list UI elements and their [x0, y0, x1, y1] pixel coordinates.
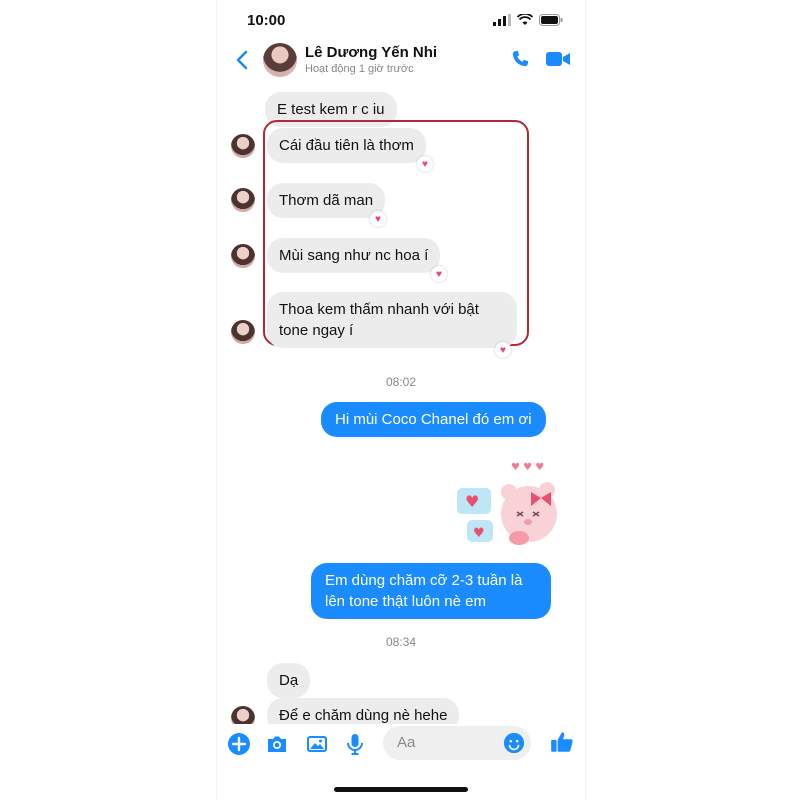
message-bubble-outgoing[interactable]: Em dùng chăm cỡ 2-3 tuần là lên tone thậ… [311, 563, 551, 619]
message-bubble-incoming[interactable]: Cái đầu tiên là thơm [267, 128, 426, 163]
phone-call-icon[interactable] [507, 48, 533, 70]
status-time: 10:00 [247, 12, 286, 29]
heart-reaction-icon[interactable]: ♥ [495, 342, 511, 358]
bear-sticker[interactable]: ♥ ♥ ♥ ♥ ♥ [453, 454, 563, 550]
svg-text:♥: ♥ [473, 526, 485, 541]
microphone-icon[interactable] [343, 732, 367, 756]
back-arrow-icon[interactable] [231, 48, 255, 72]
chat-header: Lê Dương Yến Nhi Hoạt động 1 giờ trước [217, 38, 585, 88]
timestamp: 08:34 [385, 635, 417, 649]
video-call-icon[interactable] [545, 48, 571, 70]
emoji-icon[interactable] [503, 732, 525, 754]
thumbs-up-icon[interactable] [549, 729, 575, 755]
sender-avatar [231, 320, 255, 344]
contact-avatar[interactable] [263, 43, 297, 77]
message-bubble-outgoing[interactable]: Hi mùi Coco Chanel đó em ơi [321, 402, 546, 437]
sender-avatar [231, 134, 255, 158]
sender-avatar [231, 188, 255, 212]
message-bubble-incoming[interactable]: Dạ [267, 663, 311, 698]
heart-reaction-icon[interactable]: ♥ [370, 211, 386, 227]
message-bubble-incoming[interactable]: Mùi sang như nc hoa í [267, 238, 441, 273]
composer-bar: Aa [217, 724, 585, 764]
heart-reaction-icon[interactable]: ♥ [431, 266, 447, 282]
status-bar: 10:00 [217, 8, 585, 32]
message-input[interactable]: Aa [383, 726, 531, 760]
photo-gallery-icon[interactable] [305, 732, 329, 756]
message-input-placeholder: Aa [397, 734, 416, 751]
heart-reaction-icon[interactable]: ♥ [417, 156, 433, 172]
battery-icon [539, 14, 563, 26]
plus-icon[interactable] [227, 732, 251, 756]
camera-icon[interactable] [265, 732, 289, 756]
wifi-icon [517, 14, 533, 25]
message-bubble-incoming[interactable]: Thoa kem thấm nhanh với bật tone ngay í [267, 292, 517, 348]
home-indicator [334, 787, 468, 792]
signal-icon [493, 14, 511, 26]
sender-avatar [231, 244, 255, 268]
chat-screen: 10:00 Lê Dương Yến Nhi Hoạt động 1 giờ t… [216, 0, 586, 800]
svg-text:♥ ♥ ♥: ♥ ♥ ♥ [511, 462, 544, 473]
contact-name[interactable]: Lê Dương Yến Nhi [305, 44, 437, 61]
active-status: Hoạt động 1 giờ trước [305, 63, 414, 75]
message-bubble-incoming[interactable]: Thơm dã man [267, 183, 386, 218]
svg-text:♥: ♥ [465, 492, 479, 511]
timestamp: 08:02 [385, 375, 417, 389]
